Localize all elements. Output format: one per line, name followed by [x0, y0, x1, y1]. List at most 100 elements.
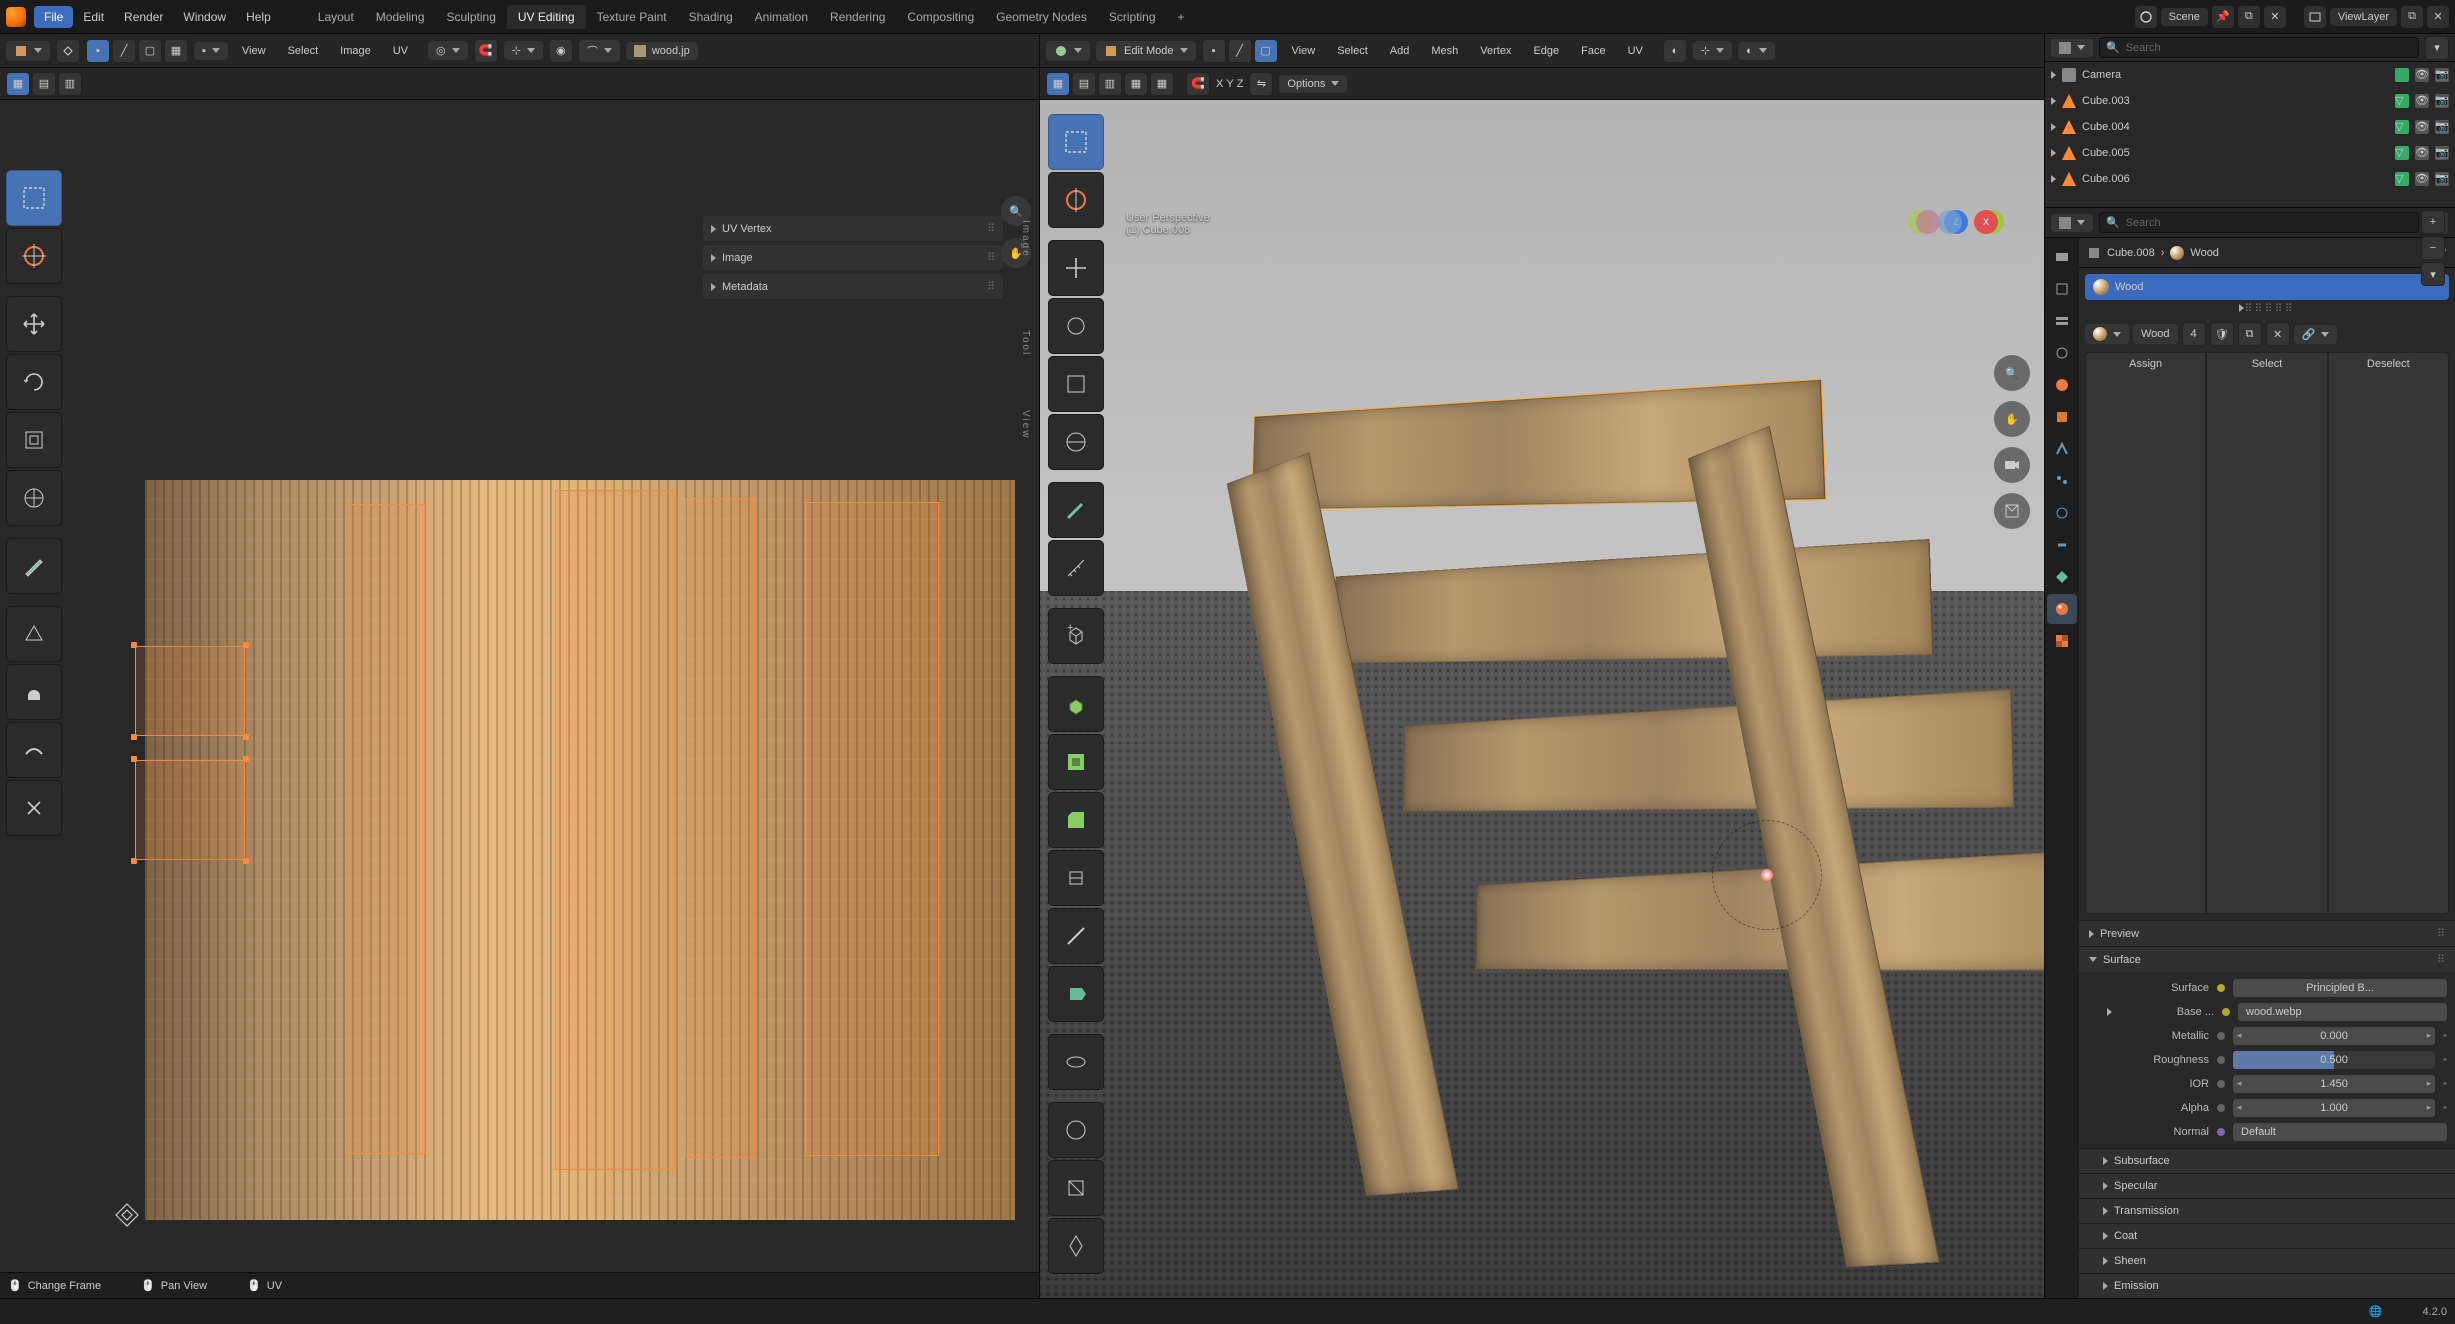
tab-object[interactable] [2047, 402, 2077, 432]
uv-menu-view[interactable]: View [234, 41, 274, 61]
outliner-item-camera[interactable]: Camera 👁📷 [2045, 62, 2455, 88]
uv-island[interactable] [135, 760, 245, 860]
tab-compositing[interactable]: Compositing [896, 5, 985, 29]
uv-sidebar-tab-view[interactable]: View [1020, 410, 1031, 440]
tool-select-box[interactable] [6, 170, 62, 226]
tool-edge-slide[interactable] [1048, 1160, 1104, 1216]
axis-y-label[interactable]: Y [1226, 78, 1233, 90]
panel-subsurface[interactable]: Subsurface [2079, 1149, 2455, 1173]
material-browse[interactable] [2085, 324, 2129, 344]
ior-value[interactable]: 1.450 [2233, 1075, 2435, 1093]
properties-type-dropdown[interactable] [2051, 214, 2093, 232]
tool-select-box-3d[interactable] [1048, 114, 1104, 170]
tab-scripting[interactable]: Scripting [1098, 5, 1167, 29]
select-mode-vert-icon[interactable]: ▪ [1202, 39, 1226, 63]
viewlayer-icon[interactable] [2304, 6, 2326, 28]
tool-cursor[interactable] [6, 228, 62, 284]
tool-shrink[interactable] [1048, 1218, 1104, 1274]
fake-user-icon[interactable]: 🛡 [2210, 322, 2234, 346]
mirror-icon[interactable]: ⇋ [1249, 72, 1273, 96]
select-mode-edge-icon[interactable]: ╱ [1228, 39, 1252, 63]
new-material-icon[interactable]: ⧉ [2238, 322, 2262, 346]
orientation-dropdown[interactable]: ⊹ [1693, 41, 1732, 60]
panel-sheen[interactable]: Sheen [2079, 1249, 2455, 1273]
material-users[interactable]: 4 [2182, 322, 2206, 346]
node-socket-icon[interactable] [2217, 984, 2225, 992]
tool-transform-3d[interactable] [1048, 414, 1104, 470]
uv-canvas[interactable]: UV Vertex ⠿ Image ⠿ Metadata ⠿ 🔍 ✋ Im [0, 100, 1039, 1272]
magnet-icon[interactable]: 🧲 [1186, 72, 1210, 96]
outliner-item-cube005[interactable]: Cube.005 ▽👁📷 [2045, 140, 2455, 166]
gizmo-x-icon[interactable]: X [1974, 210, 1998, 234]
tab-texture[interactable] [2047, 626, 2077, 656]
uv-select-vert-icon[interactable]: ▪ [86, 39, 110, 63]
uv-select-island-icon[interactable]: ▦ [164, 39, 188, 63]
overlay-toggle-3-icon[interactable]: ▥ [1098, 72, 1122, 96]
snap-icon[interactable]: 🧲 [474, 39, 498, 63]
render-icon[interactable]: 📷 [2435, 120, 2449, 134]
tab-geometry-nodes[interactable]: Geometry Nodes [985, 5, 1098, 29]
viewlayer-name[interactable]: ViewLayer [2330, 8, 2397, 26]
tool-annotate[interactable] [6, 538, 62, 594]
menu-help[interactable]: Help [236, 6, 281, 28]
panel-surface[interactable]: Surface⠿ [2079, 947, 2455, 972]
pivot-dropdown[interactable]: ◎ [428, 41, 468, 60]
snap-dropdown[interactable]: ⊹ [504, 41, 543, 60]
menu-window[interactable]: Window [173, 6, 236, 28]
tool-move[interactable] [6, 296, 62, 352]
falloff-dropdown[interactable]: ⌒ [579, 40, 620, 62]
uv-island[interactable] [135, 646, 245, 736]
shading-dropdown[interactable]: ◐ [1738, 42, 1775, 60]
zoom-icon[interactable]: 🔍 [1994, 355, 2030, 391]
outliner-item-cube003[interactable]: Cube.003 ▽👁📷 [2045, 88, 2455, 114]
material-name-input[interactable]: Wood [2133, 324, 2178, 344]
pin-icon[interactable]: 📌 [2212, 6, 2234, 28]
scene-icon[interactable] [2135, 6, 2157, 28]
tab-modifiers[interactable] [2047, 434, 2077, 464]
panel-preview[interactable]: Preview⠿ [2079, 921, 2455, 946]
uv-sidebar-tab-tool[interactable]: Tool [1020, 330, 1031, 356]
editor-type-dropdown[interactable] [6, 41, 50, 61]
tab-animation[interactable]: Animation [744, 5, 819, 29]
vp-menu-add[interactable]: Add [1382, 41, 1418, 61]
tool-cursor-3d[interactable] [1048, 172, 1104, 228]
vp-menu-uv[interactable]: UV [1620, 41, 1651, 61]
tool-poly-build[interactable] [1048, 966, 1104, 1022]
tool-add-cube[interactable]: + [1048, 608, 1104, 664]
eye-icon[interactable]: 👁 [2415, 172, 2429, 186]
tab-material[interactable] [2047, 594, 2077, 624]
tab-render[interactable] [2047, 242, 2077, 272]
pan-icon[interactable]: ✋ [1994, 401, 2030, 437]
mesh-data-icon[interactable]: ▽ [2395, 172, 2409, 186]
uv-island[interactable] [345, 504, 425, 1154]
camera-data-icon[interactable] [2395, 68, 2409, 82]
render-icon[interactable]: 📷 [2435, 172, 2449, 186]
scene-name[interactable]: Scene [2161, 8, 2208, 26]
eye-icon[interactable]: 👁 [2415, 120, 2429, 134]
remove-material-slot-icon[interactable]: − [2421, 238, 2445, 260]
overlay-toggle-4-icon[interactable]: ▦ [1124, 72, 1148, 96]
uv-sync-icon[interactable] [56, 39, 80, 63]
tool-smooth[interactable] [1048, 1102, 1104, 1158]
tool-loop-cut[interactable] [1048, 850, 1104, 906]
uv-island[interactable] [805, 502, 939, 1156]
eye-icon[interactable]: 👁 [2415, 94, 2429, 108]
material-slot-menu-icon[interactable]: ▾ [2421, 262, 2445, 286]
axis-x-label[interactable]: X [1216, 78, 1223, 90]
uv-select-face-icon[interactable]: ▢ [138, 39, 162, 63]
tool-inset[interactable] [1048, 734, 1104, 790]
node-socket-icon[interactable] [2217, 1056, 2225, 1064]
uv-panel-image[interactable]: Image ⠿ [703, 245, 1003, 270]
vp-menu-vertex[interactable]: Vertex [1472, 41, 1519, 61]
deselect-button[interactable]: Deselect [2328, 352, 2449, 914]
material-link-dropdown[interactable]: 🔗 [2294, 325, 2338, 344]
camera-view-icon[interactable] [1994, 447, 2030, 483]
menu-file[interactable]: File [34, 6, 73, 28]
mesh-data-icon[interactable]: ▽ [2395, 146, 2409, 160]
vp-menu-mesh[interactable]: Mesh [1423, 41, 1466, 61]
filter-icon[interactable]: ▾ [2425, 36, 2449, 60]
tool-measure[interactable] [1048, 540, 1104, 596]
tool-knife[interactable] [1048, 908, 1104, 964]
overlay-toggle-2-icon[interactable]: ▤ [1072, 72, 1096, 96]
overlay-toggle-1-icon[interactable]: ▦ [1046, 72, 1070, 96]
